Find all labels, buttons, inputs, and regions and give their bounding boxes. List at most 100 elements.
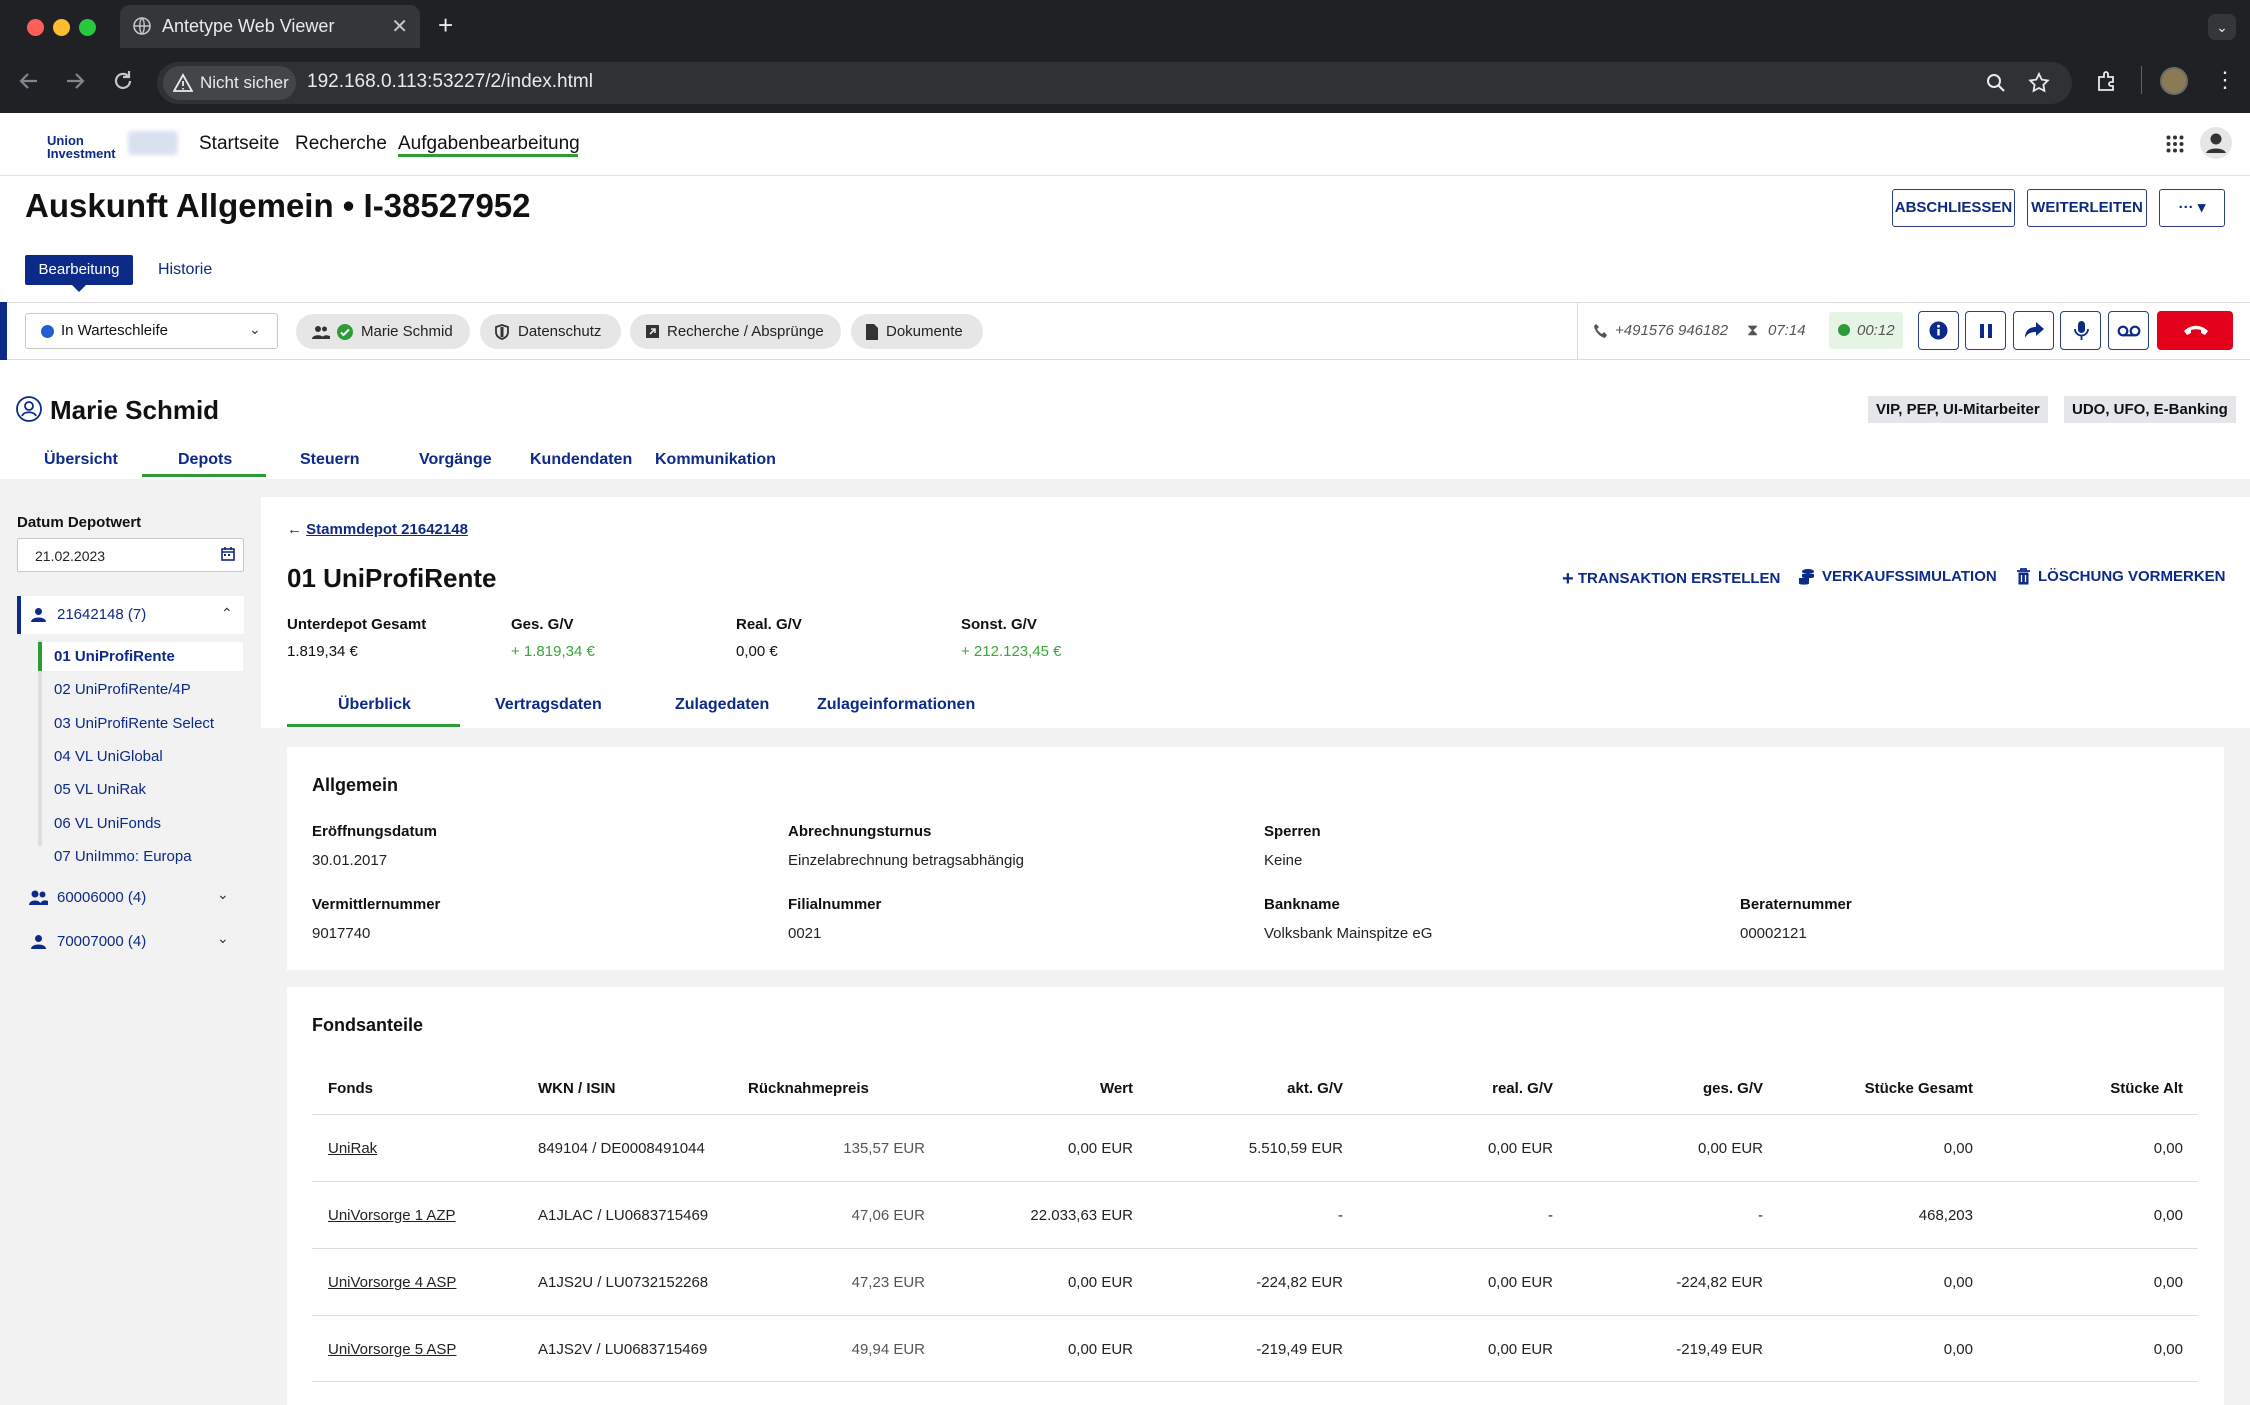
- field-value: 00002121: [1740, 925, 1807, 942]
- table-cell: 468,203: [1918, 1207, 1973, 1224]
- maximize-window-button[interactable]: [79, 19, 96, 36]
- verkaufssimulation-button[interactable]: VERKAUFSSIMULATION: [1798, 568, 1997, 585]
- nav-aufgabenbearbeitung[interactable]: Aufgabenbearbeitung: [398, 133, 580, 155]
- subdepot-item[interactable]: 01 UniProfiRente: [54, 648, 175, 665]
- shield-icon: [495, 324, 509, 340]
- user-account-icon[interactable]: [2199, 126, 2233, 160]
- tab-depots[interactable]: Depots: [178, 451, 232, 469]
- weiterleiten-button[interactable]: WEITERLEITEN: [2027, 189, 2147, 227]
- fund-link[interactable]: UniRak: [328, 1140, 377, 1157]
- brand-logo[interactable]: Union Investment: [47, 134, 116, 160]
- fund-link[interactable]: UniVorsorge 5 ASP: [328, 1341, 456, 1358]
- table-cell: A1JS2U / LU0732152268: [538, 1274, 709, 1291]
- pill-customer-label: Marie Schmid: [361, 323, 453, 340]
- share-arrow-icon: [2024, 321, 2045, 340]
- column-header: Stücke Alt: [2110, 1080, 2183, 1097]
- more-actions-button[interactable]: ··· ▾: [2159, 189, 2225, 227]
- tab-zulagedaten[interactable]: Zulagedaten: [675, 696, 769, 714]
- hangup-phone-icon: [2183, 324, 2209, 336]
- pause-icon: [1979, 323, 1993, 339]
- column-header: akt. G/V: [1287, 1080, 1343, 1097]
- extensions-icon[interactable]: [2094, 68, 2120, 94]
- pill-recherche[interactable]: Recherche / Absprünge: [630, 314, 841, 349]
- row-divider: [312, 1181, 2198, 1182]
- fund-link[interactable]: UniVorsorge 4 ASP: [328, 1274, 456, 1291]
- tab-vorgaenge[interactable]: Vorgänge: [419, 451, 492, 469]
- depot-group-70007000[interactable]: 70007000 (4) ⌄: [17, 924, 244, 962]
- nav-recherche[interactable]: Recherche: [295, 133, 387, 155]
- tab-search-button[interactable]: ⌄: [2208, 14, 2236, 40]
- apps-grid-icon[interactable]: [2166, 135, 2184, 153]
- table-cell: 0,00: [2153, 1140, 2183, 1157]
- mute-button[interactable]: [2060, 311, 2101, 350]
- security-chip[interactable]: Nicht sicher: [163, 66, 296, 100]
- voicemail-button[interactable]: [2108, 311, 2149, 350]
- subdepot-item[interactable]: 06 VL UniFonds: [54, 815, 161, 832]
- browser-menu-icon[interactable]: ⋮: [2214, 66, 2236, 94]
- new-tab-button[interactable]: +: [438, 10, 453, 41]
- transfer-call-button[interactable]: [2013, 311, 2054, 350]
- browser-tab[interactable]: Antetype Web Viewer ✕: [120, 5, 420, 48]
- tab-kundendaten[interactable]: Kundendaten: [530, 451, 632, 469]
- forward-icon[interactable]: [62, 68, 88, 94]
- close-window-button[interactable]: [27, 19, 44, 36]
- date-input[interactable]: 21.02.2023: [17, 538, 244, 572]
- abschliessen-button[interactable]: ABSCHLIESSEN: [1892, 189, 2015, 227]
- arrow-left-icon: ←: [287, 521, 302, 538]
- subdepot-item[interactable]: 05 VL UniRak: [54, 781, 146, 798]
- depot-group-60006000[interactable]: 60006000 (4) ⌄: [17, 880, 244, 918]
- table-cell: 0,00 EUR: [1067, 1341, 1133, 1358]
- field-label: Vermittlernummer: [312, 896, 441, 913]
- tab-ueberblick[interactable]: Überblick: [338, 696, 411, 714]
- info-button[interactable]: [1918, 311, 1959, 350]
- wait-time: 07:14: [1768, 322, 1806, 339]
- table-cell: -: [1338, 1207, 1343, 1224]
- tab-steuern[interactable]: Steuern: [300, 451, 360, 469]
- tab-historie[interactable]: Historie: [158, 261, 212, 279]
- table-cell: 47,06 EUR: [851, 1207, 925, 1224]
- hold-button[interactable]: [1965, 311, 2006, 350]
- status-select[interactable]: In Warteschleife ⌄: [25, 313, 278, 349]
- plus-icon: +: [1562, 568, 1574, 590]
- profile-avatar[interactable]: [2160, 67, 2188, 95]
- back-to-stammdepot-link[interactable]: ← Stammdepot 21642148: [287, 521, 468, 538]
- depot-group-21642148[interactable]: 21642148 (7) ⌃: [17, 596, 244, 634]
- tab-zulageinformationen[interactable]: Zulageinformationen: [817, 696, 975, 714]
- subdepot-item[interactable]: 04 VL UniGlobal: [54, 748, 163, 765]
- depot-group-label: 70007000 (4): [57, 933, 147, 950]
- minimize-window-button[interactable]: [53, 19, 70, 36]
- coins-icon: [1798, 568, 1815, 585]
- tab-kommunikation[interactable]: Kommunikation: [655, 451, 776, 469]
- field-value: 0021: [788, 925, 822, 942]
- subdepot-item[interactable]: 02 UniProfiRente/4P: [54, 681, 191, 698]
- url-text[interactable]: 192.168.0.113:53227/2/index.html: [307, 71, 593, 93]
- pill-dokumente[interactable]: Dokumente: [851, 314, 983, 349]
- customer-badge-services: UDO, UFO, E-Banking: [2064, 396, 2236, 423]
- table-cell: -: [1548, 1207, 1553, 1224]
- reload-icon[interactable]: [110, 68, 136, 94]
- zoom-icon[interactable]: [1985, 72, 2007, 94]
- external-link-icon: [645, 324, 660, 339]
- pill-customer[interactable]: Marie Schmid: [296, 314, 470, 349]
- subdepot-item[interactable]: 07 UniImmo: Europa: [54, 848, 192, 865]
- hangup-button[interactable]: [2157, 311, 2233, 350]
- back-icon[interactable]: [16, 68, 42, 94]
- tab-vertragsdaten[interactable]: Vertragsdaten: [495, 696, 602, 714]
- table-cell: A1JS2V / LU0683715469: [538, 1341, 708, 1358]
- calendar-icon[interactable]: [221, 547, 235, 561]
- transaktion-erstellen-button[interactable]: + TRANSAKTION ERSTELLEN: [1562, 568, 1780, 591]
- loeschung-vormerken-button[interactable]: LÖSCHUNG VORMERKEN: [2016, 568, 2226, 585]
- close-tab-icon[interactable]: ✕: [391, 14, 408, 39]
- tab-bearbeitung[interactable]: Bearbeitung: [25, 255, 133, 285]
- table-cell: 49,94 EUR: [851, 1341, 925, 1358]
- tab-uebersicht[interactable]: Übersicht: [44, 451, 118, 469]
- bookmark-star-icon[interactable]: [2027, 71, 2051, 95]
- field-value: Volksbank Mainspitze eG: [1264, 925, 1433, 942]
- field-value: Keine: [1264, 852, 1303, 869]
- fund-link[interactable]: UniVorsorge 1 AZP: [328, 1207, 456, 1224]
- nav-startseite[interactable]: Startseite: [199, 133, 279, 155]
- subdepot-item[interactable]: 03 UniProfiRente Select: [54, 715, 214, 732]
- address-bar[interactable]: Nicht sicher 192.168.0.113:53227/2/index…: [157, 62, 2072, 104]
- subdepot-active-indicator: [38, 642, 42, 671]
- pill-datenschutz[interactable]: Datenschutz: [480, 314, 621, 349]
